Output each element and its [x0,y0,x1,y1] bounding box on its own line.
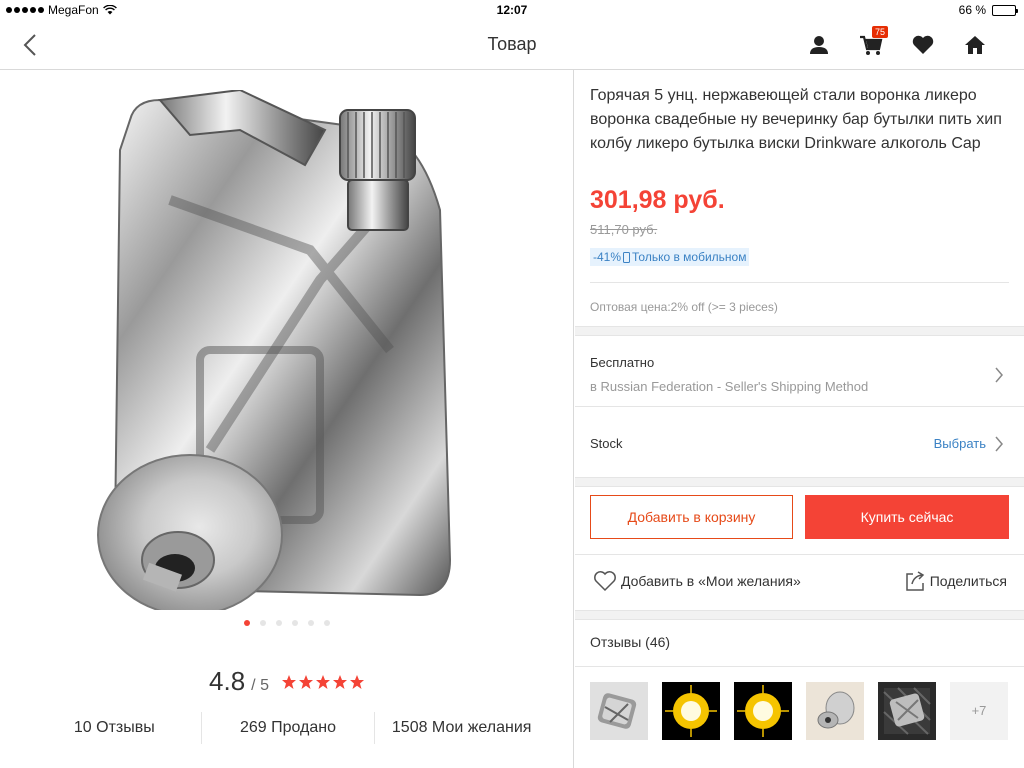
pager-dot[interactable] [276,620,282,626]
heart-icon[interactable] [910,32,936,58]
pager-dot[interactable] [292,620,298,626]
phone-icon [623,251,631,263]
more-photos-button[interactable]: +7 [950,682,1008,740]
chevron-right-icon [995,436,1003,452]
add-to-wishlist-button[interactable]: Добавить в «Мои желания» [593,570,801,592]
wholesale-price: Оптовая цена:2% off (>= 3 pieces) [590,300,778,314]
review-photo[interactable] [734,682,792,740]
review-photo[interactable] [590,682,648,740]
reviews-title[interactable]: Отзывы (46) [590,634,670,650]
clock: 12:07 [496,3,528,17]
pager-dot[interactable] [244,620,250,626]
star-icon [349,675,364,689]
product-title: Горячая 5 унц. нержавеющей стали воронка… [590,87,1002,152]
battery-percent: 66 % [958,3,986,17]
section-separator [575,477,1024,487]
old-price: 511,70 руб. [590,222,658,237]
share-icon [905,571,924,591]
reviews-count[interactable]: 10 Отзывы [28,712,202,744]
star-icon [315,675,330,689]
wishlist-count: 1508 Мои желания [391,719,532,736]
gallery-pager[interactable] [0,620,574,626]
stock-label: Stock [590,436,623,451]
sold-count: 269 Продано [202,712,376,744]
divider [590,282,1009,283]
home-icon[interactable] [962,32,988,58]
rating-value: 4.8 [209,666,246,696]
shipping-title: Бесплатно [590,355,655,370]
review-photo[interactable] [662,682,720,740]
pager-dot[interactable] [308,620,314,626]
heart-outline-icon [594,571,616,592]
battery-icon [992,4,1018,16]
rating-scale: / 5 [251,677,269,694]
star-icon [281,675,296,689]
share-label: Поделиться [929,573,1007,589]
review-photos: +7 [590,682,1008,740]
chevron-right-icon [995,367,1003,383]
mobile-only-label: Только в мобильном [632,250,747,264]
status-bar: MegaFon 12:07 66 % [0,0,1024,20]
rating-summary: 4.8 / 5 [0,666,574,697]
share-button[interactable]: Поделиться [904,570,1007,592]
section-separator [575,610,1024,620]
pager-dot[interactable] [324,620,330,626]
divider [575,666,1024,667]
price: 301,98 руб. [590,186,725,214]
navigation-bar: Товар 75 [0,20,1024,70]
review-photo[interactable] [878,682,936,740]
divider [575,554,1024,555]
product-details: Горячая 5 унц. нержавеющей стали воронка… [575,70,1024,768]
product-stats: 10 Отзывы 269 Продано 1508 Мои желания [28,712,548,744]
cart-button[interactable]: 75 [858,26,889,58]
product-gallery: 4.8 / 5 10 Отзывы 269 Продано 1508 Мои ж… [0,70,574,768]
add-to-cart-button[interactable]: Добавить в корзину [590,495,793,539]
shipping-subtitle: в Russian Federation - Seller's Shipping… [590,379,869,394]
wishlist-label: Добавить в «Мои желания» [621,573,801,589]
stock-choose-link[interactable]: Выбрать [934,436,986,451]
star-icon [332,675,347,689]
product-image[interactable] [90,90,490,610]
divider [575,406,1024,407]
star-icon [298,675,313,689]
rating-stars [281,674,365,690]
pager-dot[interactable] [260,620,266,626]
review-photo[interactable] [806,682,864,740]
account-icon[interactable] [806,32,832,58]
cart-count-badge: 75 [872,26,889,38]
buy-now-button[interactable]: Купить сейчас [805,495,1009,539]
mobile-discount-badge: -41% Только в мобильном [590,248,750,266]
discount-percent: -41% [593,250,622,264]
section-separator [575,326,1024,336]
